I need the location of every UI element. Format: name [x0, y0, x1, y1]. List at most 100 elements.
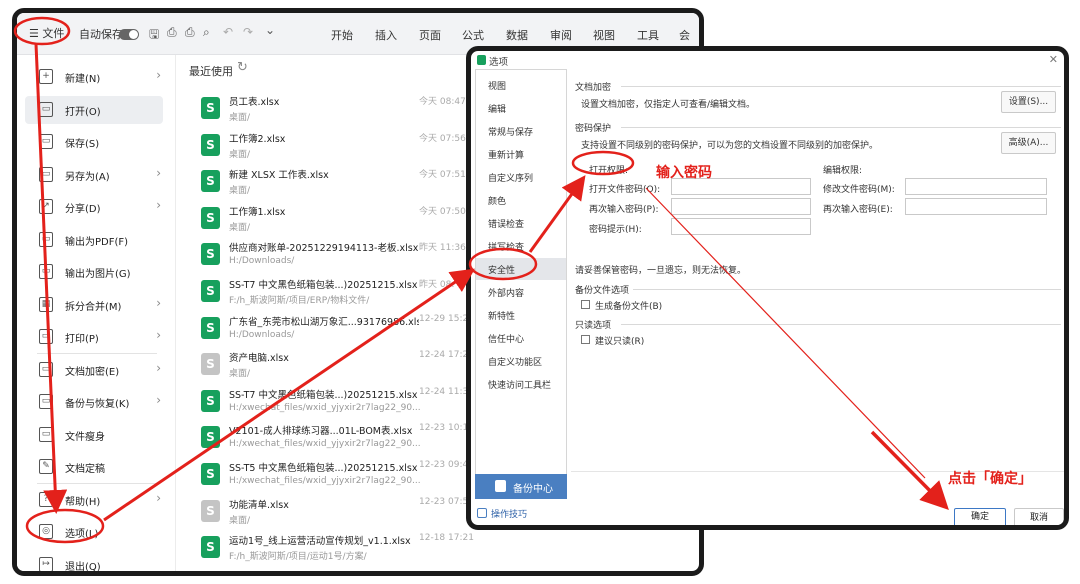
annotation-enter-password: 输入密码	[656, 165, 712, 181]
chevron-right-icon: ›	[156, 198, 161, 212]
readonly-checkbox[interactable]	[581, 335, 590, 344]
file-menu-item-9[interactable]: ▭ 文档加密(E) ›	[25, 356, 163, 384]
print-preview-icon[interactable]: ⌕	[203, 25, 210, 40]
file-menu-item-label: 另存为(A)	[65, 171, 110, 183]
file-path: 桌面/	[229, 186, 251, 197]
file-menu-item-12[interactable]: ✎ 文档定稿	[25, 453, 163, 481]
tips-link[interactable]: 操作技巧	[491, 507, 527, 520]
modify-password-field[interactable]	[905, 178, 1047, 195]
advanced-button[interactable]: 高级(A)...	[1001, 132, 1056, 154]
file-menu-item-15[interactable]: ↦ 退出(Q)	[25, 551, 163, 573]
recent-file-row[interactable]: S 员工表.xlsx 桌面/今天 08:47	[197, 93, 489, 129]
nav-item-0[interactable]: 视图	[476, 74, 566, 96]
recent-file-row[interactable]: S 功能清单.xlsx 桌面/12-23 07:56	[197, 496, 489, 532]
nav-item-3[interactable]: 重新计算	[476, 143, 566, 165]
spreadsheet-icon: S	[201, 426, 220, 449]
backup-center-label: 备份中心	[513, 484, 553, 495]
recent-file-row[interactable]: S 新建 XLSX 工作表.xlsx 桌面/今天 07:51	[197, 166, 489, 202]
nav-item-9[interactable]: 外部内容	[476, 281, 566, 303]
file-menu-item-5[interactable]: ▭ 输出为PDF(F)	[25, 226, 163, 254]
nav-item-label: 错误检查	[488, 220, 525, 230]
file-time: 今天 07:56	[419, 133, 466, 144]
nav-item-label: 快速访问工具栏	[488, 381, 552, 391]
file-menu-button[interactable]: ☰ 文件	[29, 25, 64, 41]
file-menu-item-14[interactable]: ◎ 选项(L)	[25, 518, 163, 546]
ok-button[interactable]: 确定	[954, 508, 1006, 525]
nav-item-8[interactable]: 安全性	[476, 258, 566, 280]
file-time: 今天 08:47	[419, 97, 466, 107]
tab-3[interactable]: 公式	[462, 27, 484, 43]
menu-item-icon: ▭	[39, 394, 53, 409]
nav-item-7[interactable]: 拼写检查	[476, 235, 566, 257]
backup-icon	[495, 480, 506, 492]
file-menu-item-11[interactable]: ▭ 文件瘦身	[25, 421, 163, 449]
nav-item-10[interactable]: 新特性	[476, 304, 566, 326]
reenter-modify-password-field[interactable]	[905, 198, 1047, 215]
recent-file-row[interactable]: S 资产电脑.xlsx 桌面/12-24 17:29	[197, 349, 489, 385]
doc-encrypt-heading: 文档加密	[575, 83, 612, 93]
file-menu-item-4[interactable]: ↗ 分享(D) ›	[25, 193, 163, 221]
divider	[621, 127, 1061, 128]
recent-file-row[interactable]: S 工作簿1.xlsx 桌面/今天 07:50	[197, 203, 489, 239]
recent-file-row[interactable]: S SS-T7 中文黑色纸箱包装...)20251215.xlsx H:/xwech…	[197, 386, 489, 422]
redo-icon[interactable]: ↷	[243, 25, 253, 39]
recent-file-row[interactable]: S 工作簿2.xlsx 桌面/今天 07:56	[197, 130, 489, 166]
file-menu-item-3[interactable]: ▭ 另存为(A) ›	[25, 161, 163, 189]
refresh-icon[interactable]: ↻	[237, 60, 248, 75]
nav-item-5[interactable]: 颜色	[476, 189, 566, 211]
tab-2[interactable]: 页面	[419, 27, 441, 43]
file-name: 运动1号_线上运营活动宣传规划_v1.1.xlsx	[229, 536, 411, 548]
recent-file-row[interactable]: S SS-T5 中文黑色纸箱包装...)20251215.xlsx H:/xwech…	[197, 459, 489, 495]
backup-checkbox[interactable]	[581, 300, 590, 309]
undo-icon[interactable]: ↶	[223, 25, 233, 39]
file-menu-item-label: 新建(N)	[65, 74, 101, 85]
tab-0[interactable]: 开始	[331, 27, 353, 43]
tab-1[interactable]: 插入	[375, 27, 397, 43]
recent-file-row[interactable]: S SS-T7 中文黑色纸箱包装...)20251215.xlsx F:/h_斯波阿…	[197, 276, 489, 312]
file-menu-item-1[interactable]: ▭ 打开(O)	[25, 95, 163, 124]
recent-file-row[interactable]: S 广东省_东莞市松山湖万象汇...93176986.xlsx H:/Downloa…	[197, 313, 489, 349]
nav-item-1[interactable]: 编辑	[476, 97, 566, 119]
recent-file-row[interactable]: S 运动1号_线上运营活动宣传规划_v1.1.xlsx F:/h_斯波阿斯/项目/运…	[197, 532, 489, 568]
encrypt-settings-button[interactable]: 设置(S)...	[1001, 91, 1056, 113]
menu-item-icon: ▭	[39, 166, 53, 182]
recent-file-row[interactable]: S V2101-成人排球练习器...01L-BOM表.xlsx H:/xwechat…	[197, 422, 489, 458]
file-name: 员工表.xlsx	[229, 97, 280, 108]
nav-item-2[interactable]: 常规与保存	[476, 120, 566, 142]
file-menu-item-7[interactable]: ▦ 拆分合并(M) ›	[25, 291, 163, 319]
file-menu-item-2[interactable]: ▭ 保存(S)	[25, 128, 163, 156]
file-menu-item-10[interactable]: ▭ 备份与恢复(K) ›	[25, 388, 163, 416]
backup-center-button[interactable]: 备份中心	[475, 474, 567, 499]
recent-file-row[interactable]: S 供应商对账单-20251229194113-老板.xlsx H:/Downloa…	[197, 239, 489, 275]
close-icon[interactable]: ✕	[1049, 53, 1058, 66]
password-hint-label: 密码提示(H):	[589, 225, 642, 235]
nav-item-6[interactable]: 错误检查	[476, 212, 566, 234]
nav-item-11[interactable]: 信任中心	[476, 327, 566, 349]
chevron-down-icon[interactable]: ⌄	[265, 23, 275, 37]
file-menu-item-8[interactable]: ▭ 打印(P) ›	[25, 323, 163, 351]
file-name: SS-T7 中文黑色纸箱包装...)20251215.xlsx	[229, 389, 418, 401]
file-menu-item-13[interactable]: ? 帮助(H) ›	[25, 486, 163, 514]
autosave-toggle[interactable]	[119, 29, 139, 40]
cancel-button[interactable]: 取消	[1014, 508, 1064, 525]
print-icon[interactable]: ⎙	[185, 25, 195, 40]
export-icon[interactable]: ⎙	[167, 25, 177, 40]
spreadsheet-icon: S	[201, 353, 220, 376]
nav-item-13[interactable]: 快速访问工具栏	[476, 373, 566, 395]
chevron-right-icon: ›	[156, 165, 161, 180]
tab-6[interactable]: 视图	[593, 27, 615, 43]
file-menu-item-6[interactable]: ▭ 输出为图片(G)	[25, 258, 163, 286]
tab-7[interactable]: 工具	[637, 27, 659, 43]
file-menu-item-label: 退出(Q)	[65, 561, 101, 573]
password-hint-field[interactable]	[671, 218, 811, 235]
nav-item-4[interactable]: 自定义序列	[476, 166, 566, 188]
file-name: V2101-成人排球练习器...01L-BOM表.xlsx	[229, 426, 413, 438]
save-icon[interactable]: 🖫	[149, 25, 159, 46]
spreadsheet-icon: S	[201, 499, 220, 522]
tab-4[interactable]: 数据	[506, 27, 528, 43]
nav-item-12[interactable]: 自定义功能区	[476, 350, 566, 372]
divider	[175, 55, 176, 571]
tab-5[interactable]: 审阅	[550, 27, 572, 43]
file-menu-item-0[interactable]: + 新建(N) ›	[25, 63, 163, 91]
reenter-password-field[interactable]	[671, 198, 811, 215]
